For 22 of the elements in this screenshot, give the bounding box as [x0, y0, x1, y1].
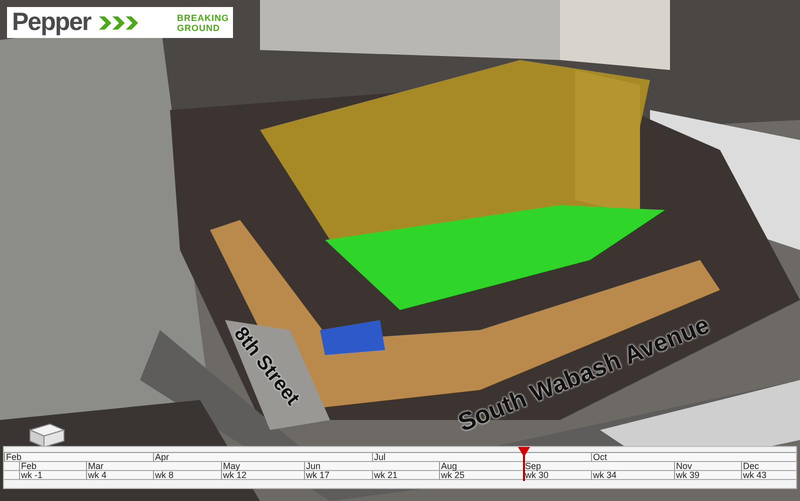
- week-label: wk 17: [304, 471, 372, 480]
- month-label: Dec: [741, 462, 795, 471]
- week-label: wk -1: [19, 471, 86, 480]
- week-label: wk 12: [221, 471, 304, 480]
- quarter-label: Apr: [153, 453, 372, 462]
- week-label: wk 4: [86, 471, 153, 480]
- logo-name: Pepper: [12, 8, 91, 37]
- quarter-label: Oct: [591, 453, 795, 462]
- logo-tagline: BREAKING GROUND: [176, 12, 229, 32]
- week-label: wk 30: [523, 471, 591, 480]
- chevrons-icon: [98, 16, 139, 30]
- week-label: wk 39: [674, 471, 741, 480]
- month-label: Nov: [674, 462, 741, 471]
- week-label: wk 21: [372, 471, 439, 480]
- week-label: wk 43: [741, 471, 795, 480]
- week-label: wk 8: [153, 471, 221, 480]
- month-label: Feb: [19, 462, 86, 471]
- week-label: wk 34: [591, 471, 674, 480]
- month-label: May: [221, 462, 304, 471]
- month-label: Jun: [304, 462, 372, 471]
- quarter-label: Feb: [4, 453, 153, 462]
- month-label: Mar: [86, 462, 153, 471]
